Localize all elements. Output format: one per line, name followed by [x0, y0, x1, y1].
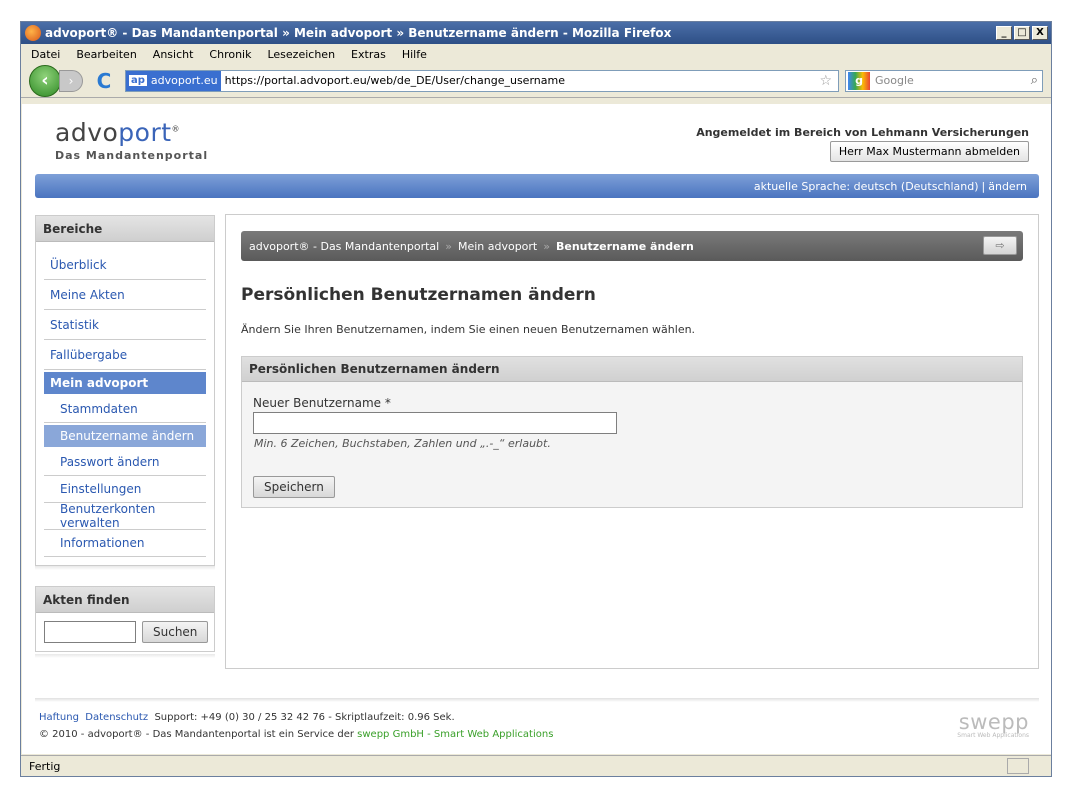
current-language: aktuelle Sprache: deutsch (Deutschland) [753, 179, 979, 193]
menu-lesezeichen[interactable]: Lesezeichen [267, 48, 335, 61]
copyright-text: © 2010 - advoport® - Das Mandantenportal… [39, 729, 354, 740]
file-search-input[interactable] [44, 621, 136, 643]
logo-subtitle: Das Mandantenportal [55, 149, 209, 162]
menu-extras[interactable]: Extras [351, 48, 386, 61]
browser-window: advoport® - Das Mandantenportal » Mein a… [20, 21, 1052, 777]
sidebar-subitem-benutzername-aendern[interactable]: Benutzername ändern [44, 425, 206, 447]
main-content: advoport® - Das Mandantenportal » Mein a… [225, 214, 1039, 669]
close-button[interactable]: X [1032, 26, 1048, 40]
breadcrumb: advoport® - Das Mandantenportal » Mein a… [241, 231, 1023, 261]
sidebar-item-ueberblick[interactable]: Überblick [44, 250, 206, 280]
address-bar[interactable]: ap advoport.eu https://portal.advoport.e… [125, 69, 839, 92]
reload-icon[interactable]: C [89, 69, 119, 93]
menu-chronik[interactable]: Chronik [209, 48, 251, 61]
file-search-button[interactable]: Suchen [142, 621, 209, 643]
breadcrumb-item-home[interactable]: advoport® - Das Mandantenportal [249, 240, 439, 253]
url-text[interactable]: https://portal.advoport.eu/web/de_DE/Use… [221, 74, 814, 87]
swepp-logo-word: swepp [958, 710, 1029, 734]
page-viewport: advoport® Das Mandantenportal Angemeldet… [22, 104, 1051, 754]
username-label: Neuer Benutzername * [253, 396, 391, 410]
site-favicon-icon: ap [129, 75, 147, 86]
breadcrumb-item-current: Benutzername ändern [555, 239, 694, 253]
sidebar-item-statistik[interactable]: Statistik [44, 310, 206, 340]
search-engine-icon[interactable]: g [848, 71, 870, 90]
back-button[interactable]: ‹ [29, 64, 61, 97]
sidebar-item-falluebergabe[interactable]: Fallübergabe [44, 340, 206, 370]
search-box-shadow [35, 654, 215, 658]
new-username-input[interactable] [253, 412, 617, 434]
sidebar-areas: Bereiche Überblick Meine Akten Statistik… [35, 215, 215, 566]
window-title: advoport® - Das Mandantenportal » Mein a… [45, 26, 672, 40]
firefox-icon [25, 25, 41, 41]
title-bar: advoport® - Das Mandantenportal » Mein a… [21, 22, 1051, 44]
breadcrumb-separator: » [445, 239, 452, 253]
maximize-button[interactable]: □ [1014, 26, 1030, 40]
footer: Haftung Datenschutz Support: +49 (0) 30 … [35, 698, 1039, 740]
search-input[interactable]: Google [872, 74, 1031, 87]
sidebar-heading: Bereiche [36, 216, 214, 242]
menu-bar: Datei Bearbeiten Ansicht Chronik Lesezei… [21, 44, 1051, 64]
footer-divider [35, 698, 1039, 702]
breadcrumb-separator: » [543, 239, 550, 253]
support-info: Support: +49 (0) 30 / 25 32 42 76 - Skri… [154, 712, 455, 723]
status-text: Fertig [29, 759, 61, 773]
sidebar-subitem-einstellungen[interactable]: Einstellungen [44, 476, 206, 503]
forward-button[interactable]: › [59, 69, 83, 92]
sidebar-shadow [35, 566, 215, 570]
language-bar: aktuelle Sprache: deutsch (Deutschland) … [35, 174, 1039, 198]
language-separator: | [981, 179, 986, 193]
breadcrumb-item-mein-advoport[interactable]: Mein advoport [458, 240, 537, 253]
haftung-link[interactable]: Haftung [39, 712, 79, 723]
menu-datei[interactable]: Datei [31, 48, 60, 61]
search-box-heading: Akten finden [36, 587, 214, 613]
sidebar-subitem-passwort-aendern[interactable]: Passwort ändern [44, 449, 206, 476]
swepp-logo[interactable]: swepp Smart Web Applications [957, 710, 1029, 739]
form-heading: Persönlichen Benutzernamen ändern [242, 357, 1022, 382]
sidebar-subitem-informationen[interactable]: Informationen [44, 530, 206, 557]
menu-ansicht[interactable]: Ansicht [153, 48, 194, 61]
company-link[interactable]: swepp GmbH - Smart Web Applications [357, 729, 553, 740]
logo-port: port [118, 118, 172, 147]
print-icon[interactable]: ⇨ [983, 236, 1017, 255]
swepp-logo-sub: Smart Web Applications [957, 732, 1029, 739]
minimize-button[interactable]: _ [996, 26, 1012, 40]
sidebar-item-meine-akten[interactable]: Meine Akten [44, 280, 206, 310]
site-identity-label: advoport.eu [150, 74, 218, 87]
sidebar-subitem-stammdaten[interactable]: Stammdaten [44, 396, 206, 423]
menu-hilfe[interactable]: Hilfe [402, 48, 427, 61]
logo-advo: advo [55, 118, 119, 147]
sidebar-subitem-benutzerkonten[interactable]: Benutzerkonten verwalten [44, 502, 206, 530]
navigation-toolbar: ‹ › C ap advoport.eu https://portal.advo… [21, 64, 1051, 98]
page-title: Persönlichen Benutzernamen ändern [241, 285, 596, 305]
username-hint: Min. 6 Zeichen, Buchstaben, Zahlen und „… [254, 437, 551, 450]
save-button[interactable]: Speichern [253, 476, 335, 498]
logged-in-info: Angemeldet im Bereich von Lehmann Versic… [696, 126, 1029, 139]
username-form: Persönlichen Benutzernamen ändern Neuer … [241, 356, 1023, 508]
change-language-link[interactable]: ändern [988, 180, 1027, 193]
web-search-box[interactable]: g Google ⌕ [845, 69, 1043, 92]
search-icon[interactable]: ⌕ [1031, 73, 1042, 88]
status-bar: Fertig [21, 755, 1051, 776]
status-addon-icon[interactable] [1007, 758, 1029, 774]
datenschutz-link[interactable]: Datenschutz [85, 712, 148, 723]
sidebar-item-mein-advoport[interactable]: Mein advoport [44, 372, 206, 396]
sidebar-search-box: Akten finden Suchen [35, 586, 215, 652]
logout-button[interactable]: Herr Max Mustermann abmelden [829, 141, 1029, 162]
logo-registered: ® [171, 124, 181, 134]
site-identity-button[interactable]: ap advoport.eu [126, 70, 221, 91]
menu-bearbeiten[interactable]: Bearbeiten [76, 48, 136, 61]
bookmark-star-icon[interactable]: ☆ [813, 73, 838, 89]
advoport-logo[interactable]: advoport® Das Mandantenportal [55, 118, 208, 162]
intro-text: Ändern Sie Ihren Benutzernamen, indem Si… [241, 323, 696, 336]
